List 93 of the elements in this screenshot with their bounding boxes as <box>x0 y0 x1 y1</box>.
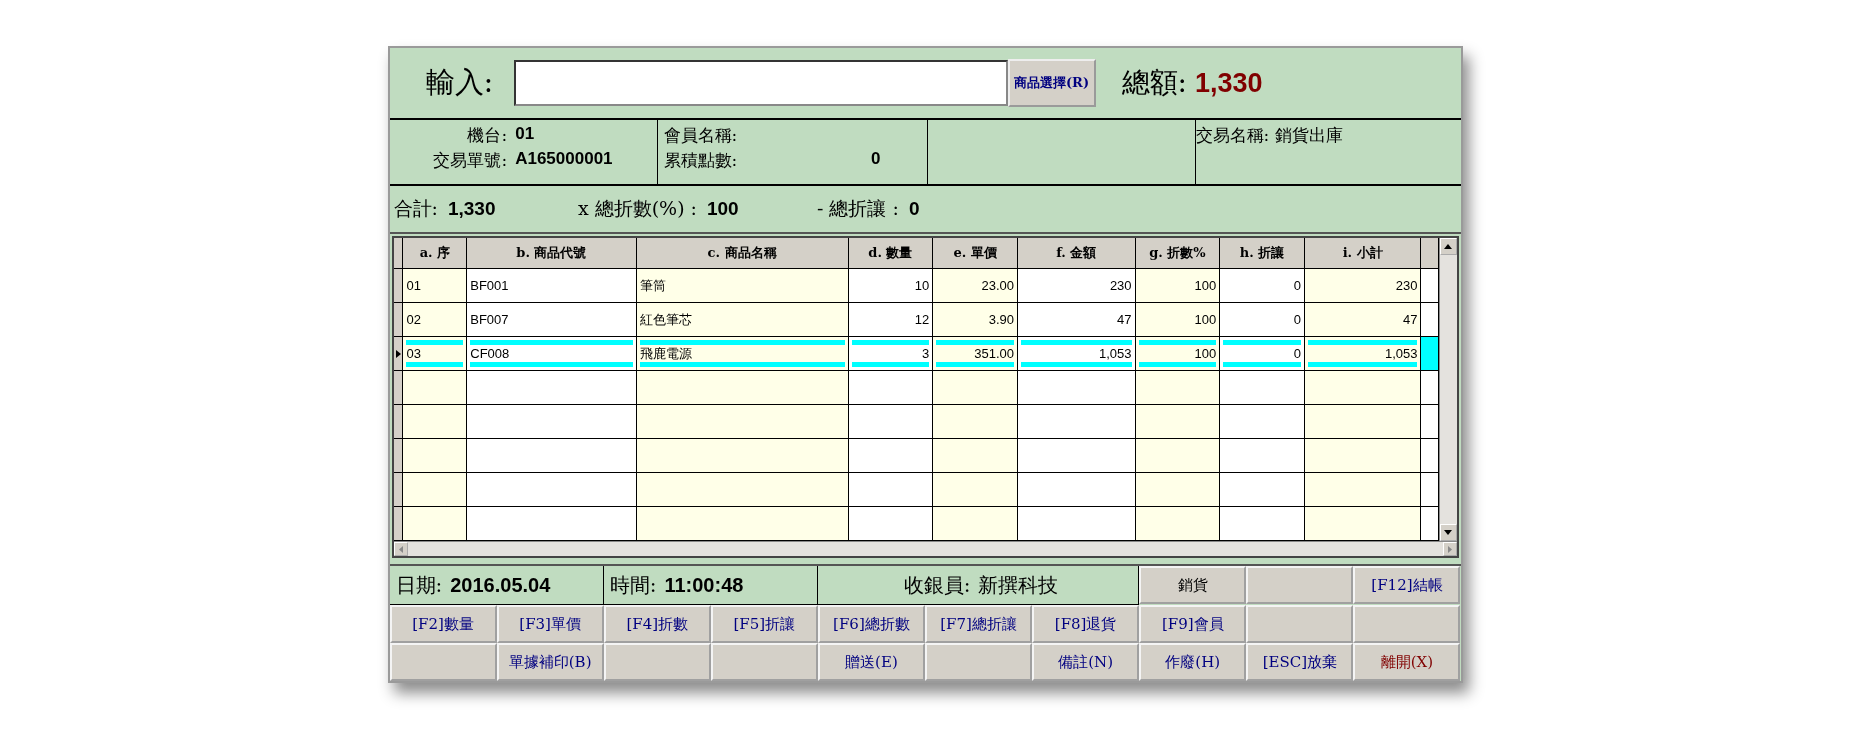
discount-value: 0 <box>908 198 920 220</box>
table-cell: 01 <box>403 268 467 303</box>
function-key-button[interactable]: [F9]會員 <box>1139 605 1247 643</box>
machine-label: 機台: <box>466 124 508 147</box>
table-cell: 230 <box>1304 268 1421 303</box>
function-key-button[interactable]: [F8]退貨 <box>1032 605 1140 643</box>
table-row[interactable]: 03 CF008 飛鹿電源 3 351.00 1,053 100 0 1,053 <box>393 336 1438 371</box>
table-cell: 100 <box>1135 268 1220 303</box>
time-value: 11:00:48 <box>664 573 744 597</box>
date-value: 2016.05.04 <box>450 573 551 597</box>
function-key-button[interactable]: 單據補印(B) <box>496 643 604 681</box>
column-header[interactable]: a. 序 <box>403 238 467 269</box>
order-number-value: A165000001 <box>515 149 614 170</box>
function-key-button[interactable]: 贈送(E) <box>817 643 925 681</box>
scroll-left-icon[interactable] <box>393 542 408 556</box>
horizontal-scrollbar[interactable] <box>393 541 1457 556</box>
table-cell: 47 <box>1017 302 1136 337</box>
row-header[interactable] <box>393 268 403 303</box>
column-header[interactable]: i. 小計 <box>1304 238 1421 269</box>
row-header[interactable] <box>393 472 403 507</box>
table-cell: 100 <box>1135 336 1220 371</box>
table-cell: 飛鹿電源 <box>636 336 849 371</box>
points-label: 累積點數: <box>663 149 738 172</box>
table-cell: 100 <box>1135 302 1220 337</box>
table-cell: 3 <box>848 336 933 371</box>
row-header[interactable] <box>393 438 403 473</box>
column-header[interactable]: d. 數量 <box>848 238 933 269</box>
table-cell: 47 <box>1304 302 1421 337</box>
function-key-button[interactable]: [F4]折數 <box>603 605 711 643</box>
sum-value: 1,330 <box>447 198 497 220</box>
table-cell: BF007 <box>466 302 637 337</box>
points-value: 0 <box>870 149 882 170</box>
time-label: 時間: <box>609 571 657 599</box>
table-cell: 0 <box>1219 302 1305 337</box>
table-cell: 23.00 <box>932 268 1018 303</box>
table-cell: 02 <box>403 302 467 337</box>
column-header[interactable]: b. 商品代號 <box>466 238 637 269</box>
table-cell: 筆筒 <box>636 268 849 303</box>
function-key-button[interactable]: [F2]數量 <box>389 605 497 643</box>
total-label: 總額: <box>1121 65 1187 101</box>
product-select-button[interactable]: 商品選擇(R) <box>1007 59 1096 107</box>
function-key-button[interactable]: [F6]總折數 <box>817 605 925 643</box>
discount-label: - 總折讓 : <box>817 196 899 221</box>
transaction-name-value: 銷貨出庫 <box>1274 125 1343 145</box>
member-name-label: 會員名稱: <box>663 124 738 147</box>
table-cell: 0 <box>1219 336 1305 371</box>
scroll-down-icon[interactable] <box>1439 524 1457 541</box>
table-cell: CF008 <box>466 336 637 371</box>
table-cell: 351.00 <box>932 336 1018 371</box>
order-number-label: 交易單號: <box>432 149 508 172</box>
cashier-label: 收銀員: <box>903 571 971 599</box>
header-corner <box>393 238 403 269</box>
function-key-button[interactable]: 銷貨 <box>1139 566 1247 604</box>
table-cell: BF001 <box>466 268 637 303</box>
input-label: 輸入: <box>425 64 495 101</box>
column-header[interactable]: e. 單價 <box>932 238 1018 269</box>
table-cell: 1,053 <box>1304 336 1421 371</box>
table-cell: 3.90 <box>932 302 1018 337</box>
sum-label: 合計: <box>393 196 438 221</box>
table-cell: 0 <box>1219 268 1305 303</box>
date-label: 日期: <box>395 571 443 599</box>
scroll-up-icon[interactable] <box>1439 238 1457 255</box>
table-cell: 10 <box>848 268 933 303</box>
function-key-button[interactable]: 離開(X) <box>1353 643 1461 681</box>
table-cell: 230 <box>1017 268 1136 303</box>
table-cell: 12 <box>848 302 933 337</box>
function-key-button[interactable]: [ESC]放棄 <box>1246 643 1354 681</box>
row-header[interactable] <box>393 506 403 541</box>
table-cell: 1,053 <box>1017 336 1136 371</box>
transaction-name-label: 交易名稱: <box>1195 125 1270 145</box>
row-header[interactable] <box>393 302 403 337</box>
total-value: 1,330 <box>1194 67 1263 99</box>
row-header[interactable] <box>393 370 403 405</box>
discount-rate-label: x 總折數(%) : <box>577 196 697 221</box>
function-key-button[interactable]: [F12]結帳 <box>1353 566 1461 604</box>
column-header[interactable]: f. 金額 <box>1017 238 1136 269</box>
discount-rate-value: 100 <box>707 198 740 220</box>
table-row[interactable]: 02 BF007 紅色筆芯 12 3.90 47 100 0 47 <box>393 302 1438 337</box>
function-key-button[interactable]: [F5]折讓 <box>710 605 818 643</box>
column-header[interactable]: g. 折數% <box>1135 238 1220 269</box>
table-row[interactable]: 01 BF001 筆筒 10 23.00 230 100 0 230 <box>393 268 1438 303</box>
function-key-button[interactable]: 作廢(H) <box>1139 643 1247 681</box>
table-cell: 紅色筆芯 <box>636 302 849 337</box>
function-key-button[interactable]: [F7]總折讓 <box>925 605 1033 643</box>
input-field[interactable] <box>513 60 1008 106</box>
function-key-button[interactable]: 備註(N) <box>1032 643 1140 681</box>
table-cell: 03 <box>403 336 467 371</box>
cashier-value: 新撰科技 <box>978 571 1059 599</box>
machine-value: 01 <box>515 124 536 145</box>
function-key-button[interactable]: [F3]單價 <box>496 605 604 643</box>
column-header[interactable]: c. 商品名稱 <box>636 238 849 269</box>
row-header[interactable] <box>393 404 403 439</box>
column-header[interactable]: h. 折讓 <box>1219 238 1305 269</box>
